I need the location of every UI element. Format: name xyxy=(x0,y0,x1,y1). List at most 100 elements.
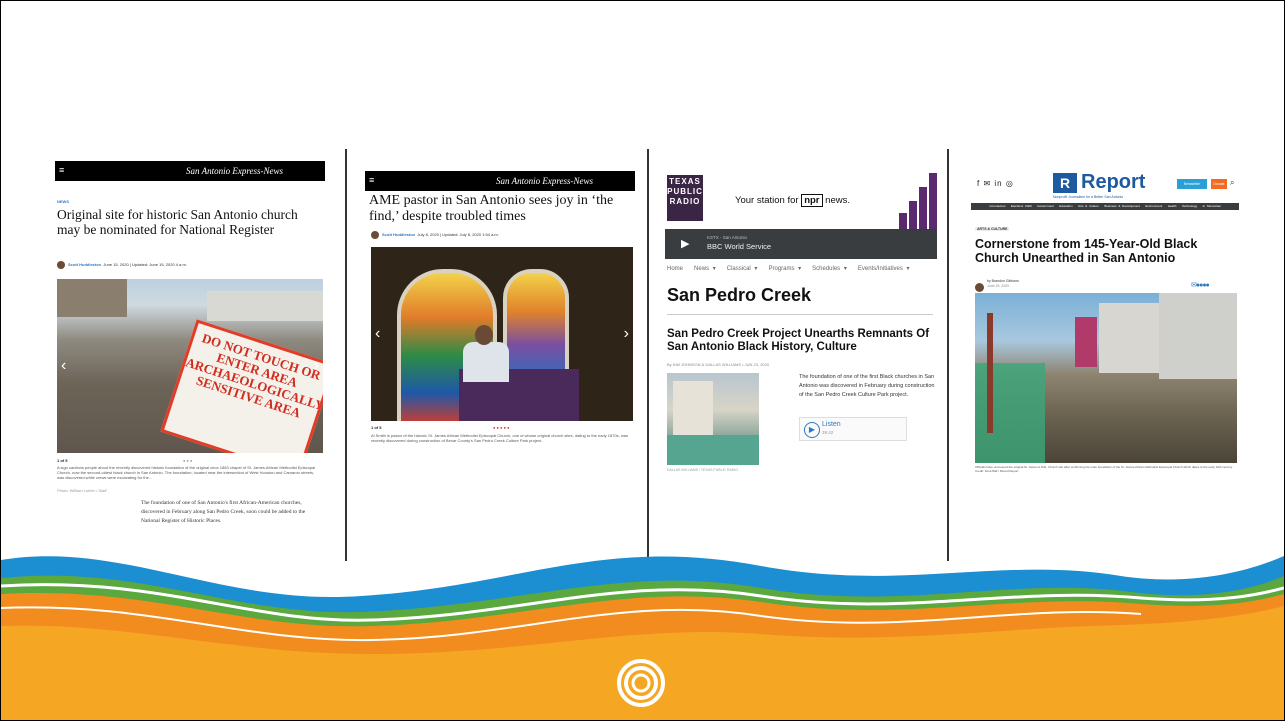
article-headline: AME pastor in San Antonio sees joy in ‘t… xyxy=(369,193,614,224)
author-avatar xyxy=(57,261,65,269)
tpr-tagline: Your station for npr news. xyxy=(735,194,850,207)
nav-schedules[interactable]: Schedules ▾ xyxy=(812,266,847,272)
nav-item[interactable]: Business & Development xyxy=(1104,204,1140,208)
building xyxy=(57,279,127,317)
nav-item[interactable]: Technology xyxy=(1182,204,1197,208)
express-news-logo[interactable]: San Antonio Express-News xyxy=(186,166,283,176)
author-name[interactable]: Scott Huddleston xyxy=(68,262,101,267)
photo-dots[interactable]: ● ● ● ● ● xyxy=(493,425,510,430)
article-headline: Original site for historic San Antonio c… xyxy=(57,207,298,237)
next-arrow-icon[interactable]: › xyxy=(624,325,629,343)
nav-item[interactable]: Government xyxy=(1037,204,1054,208)
photo-counter: 1 of 5 xyxy=(371,425,382,430)
nav-item[interactable]: In Memoriam xyxy=(1203,204,1222,208)
prev-arrow-icon[interactable]: ‹ xyxy=(61,357,66,375)
article-byline: Scott Huddleston June 15, 2020 | Updated… xyxy=(57,261,187,269)
report-header: f ✉ in ◎ R Report Nonprofit Journalism f… xyxy=(971,171,1239,203)
nav-news[interactable]: News ▾ xyxy=(694,266,716,272)
social-icons[interactable]: f ✉ in ◎ xyxy=(977,179,1014,188)
express-news-pastor-screenshot: ≡ San Antonio Express-News AME pastor in… xyxy=(365,159,635,561)
express-news-article-screenshot: ≡ San Antonio Express-News NEWS Original… xyxy=(55,159,325,561)
photo-credit: DALLAS WILLIAMS / TEXAS PUBLIC RADIO xyxy=(667,468,739,472)
author-name[interactable]: by Brandon Gibbons xyxy=(987,279,1019,283)
menu-icon[interactable]: ≡ xyxy=(369,175,374,185)
donate-button[interactable]: Donate xyxy=(1211,179,1227,189)
report-tagline: Nonprofit Journalism for a Better San An… xyxy=(1053,195,1124,199)
article-photo[interactable]: ‹ › xyxy=(371,247,633,421)
building xyxy=(1075,317,1097,367)
section-label[interactable]: NEWS xyxy=(57,199,69,204)
article-headline: Cornerstone from 145-Year-Old Black Chur… xyxy=(975,237,1198,265)
panel-divider xyxy=(647,149,649,561)
article-photo[interactable]: DO NOT TOUCH OR ENTER AREA ARCHAEOLOGICA… xyxy=(57,279,323,453)
photo-credit: Photo: William Luther / Staff xyxy=(57,488,107,493)
warning-sign: DO NOT TOUCH OR ENTER AREA ARCHAEOLOGICA… xyxy=(160,319,323,453)
water xyxy=(667,435,759,465)
presentation-slide: ≡ San Antonio Express-News NEWS Original… xyxy=(0,0,1285,721)
prev-arrow-icon[interactable]: ‹ xyxy=(375,325,380,343)
play-icon: ▶ xyxy=(804,422,820,438)
share-icons[interactable]: ✉●●●● xyxy=(1191,281,1210,289)
author-avatar xyxy=(975,283,984,293)
nav-item[interactable]: Health xyxy=(1168,204,1177,208)
fence-wall xyxy=(207,291,323,321)
newsletter-button[interactable]: Newsletter xyxy=(1177,179,1207,189)
panel-divider xyxy=(947,149,949,561)
article-dates: June 15, 2020 | Updated: June 15, 2020 4… xyxy=(103,262,187,268)
nav-item[interactable]: Environment xyxy=(1145,204,1162,208)
nav-home[interactable]: Home xyxy=(667,266,683,272)
separator xyxy=(667,314,933,315)
player-program: BBC World Service xyxy=(707,242,772,251)
article-body: The foundation of one of San Antonio's f… xyxy=(141,500,306,524)
warning-sign-text: DO NOT TOUCH OR ENTER AREA ARCHAEOLOGICA… xyxy=(183,330,323,421)
nav-events[interactable]: Events/Initiatives ▾ xyxy=(858,266,910,272)
nav-item[interactable]: Arts & Culture xyxy=(1078,204,1099,208)
menu-icon[interactable]: ≡ xyxy=(59,165,64,175)
category-tag[interactable]: ARTS & CULTURE xyxy=(975,227,1010,231)
photo-counter: 1 of 5 xyxy=(57,458,68,463)
panel-divider xyxy=(345,149,347,561)
audio-player-bar: ▶ KSTX - San Antonio BBC World Service xyxy=(665,229,937,259)
photo-caption: Al Smith is pastor of the historic St. J… xyxy=(371,433,629,443)
article-photo[interactable] xyxy=(667,373,759,465)
listen-button[interactable]: ▶ Listen 39:42 xyxy=(799,417,907,441)
express-news-header: ≡ San Antonio Express-News xyxy=(365,171,635,191)
tpr-logo-line: TEXAS xyxy=(669,177,701,186)
article-byline: Scott Huddleston July 8, 2020 | Updated:… xyxy=(371,231,499,239)
rivard-report-screenshot: f ✉ in ◎ R Report Nonprofit Journalism f… xyxy=(969,159,1241,561)
tagline-prefix: Your station for xyxy=(735,195,799,206)
nav-item[interactable]: Elections 2020 xyxy=(1011,204,1032,208)
photo-caption: A sign cautions people about the recentl… xyxy=(57,465,316,480)
article-photo[interactable] xyxy=(975,293,1237,463)
nav-item[interactable]: Education xyxy=(1059,204,1072,208)
author-name[interactable]: Scott Huddleston xyxy=(382,232,415,237)
article-byline: By KIM JOHNSON & DALLAS WILLIAMS • JUN 2… xyxy=(667,362,770,367)
search-icon[interactable]: ⌕ xyxy=(1230,178,1234,188)
nav-item[interactable]: Coronavirus xyxy=(989,204,1005,208)
pastor-figure xyxy=(463,342,509,382)
green-mesh-fence xyxy=(975,363,1045,463)
nav-classical[interactable]: Classical ▾ xyxy=(727,266,758,272)
next-arrow-icon[interactable]: › xyxy=(314,357,319,375)
listen-time: 39:42 xyxy=(822,430,834,435)
decorative-wave-band xyxy=(1,556,1284,720)
building xyxy=(673,381,713,435)
report-logo-mark: R xyxy=(1053,173,1077,193)
play-icon[interactable]: ▶ xyxy=(681,237,689,250)
npr-logo: npr xyxy=(801,194,823,207)
listen-label: Listen xyxy=(822,421,841,428)
building xyxy=(1099,303,1159,373)
express-news-logo[interactable]: San Antonio Express-News xyxy=(496,176,593,186)
tpr-logo[interactable]: TEXAS PUBLIC RADIO xyxy=(667,175,703,221)
express-news-header: ≡ San Antonio Express-News xyxy=(55,161,325,181)
photo-dots[interactable]: ● ● ● xyxy=(183,458,192,463)
article-date: June 25, 2020 xyxy=(987,284,1010,288)
tpr-logo-line: PUBLIC xyxy=(667,187,703,196)
author-avatar xyxy=(371,231,379,239)
report-logo[interactable]: Report xyxy=(1081,171,1145,194)
building xyxy=(1159,293,1237,379)
nav-programs[interactable]: Programs ▾ xyxy=(768,266,801,272)
pastor-head xyxy=(475,325,493,345)
article-dates: July 8, 2020 | Updated: July 8, 2020 1:5… xyxy=(417,232,499,238)
article-headline: San Pedro Creek Project Unearths Remnant… xyxy=(667,328,930,353)
